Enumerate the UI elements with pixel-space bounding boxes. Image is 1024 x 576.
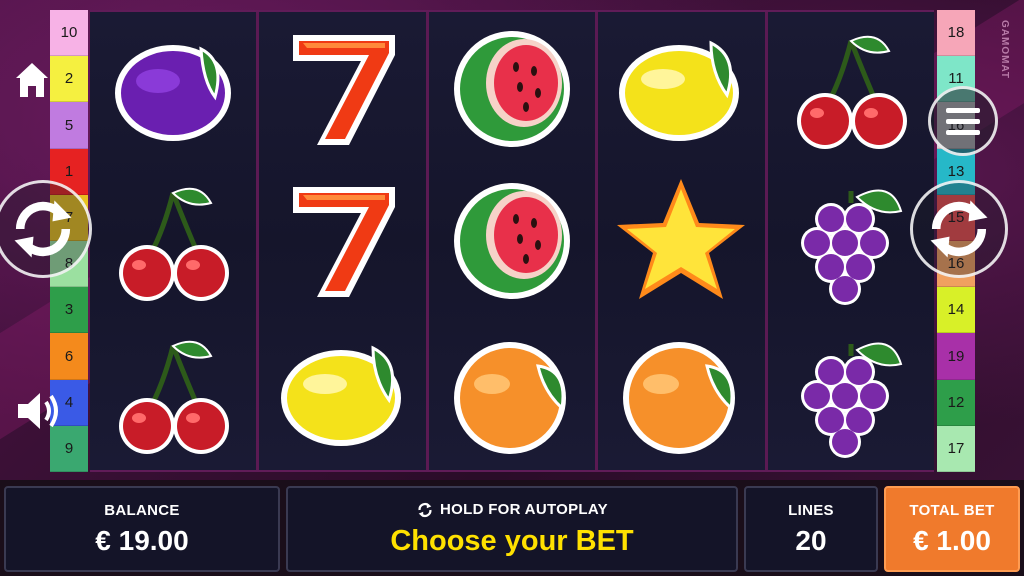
watermelon-icon	[454, 30, 571, 147]
symbol-seven	[268, 16, 418, 161]
seven-icon	[292, 187, 395, 298]
lines-panel[interactable]: LINES 20	[744, 486, 878, 572]
spin-button-left[interactable]	[0, 180, 92, 278]
grapes-icon	[800, 190, 903, 306]
total-bet-label: TOTAL BET	[909, 501, 995, 519]
symbol-seven	[268, 168, 418, 313]
brand-logo: GAMOMAT	[999, 20, 1010, 80]
balance-panel: BALANCE € 19.00	[4, 486, 280, 572]
symbol-lemon	[268, 321, 418, 466]
balance-label: BALANCE	[104, 501, 180, 519]
balance-value: € 19.00	[95, 524, 189, 556]
reel-3	[425, 12, 596, 470]
spin-button-right[interactable]	[910, 180, 1008, 278]
speaker-icon	[18, 393, 58, 429]
reel-2	[256, 12, 426, 470]
bet-message: Choose your BET	[390, 524, 634, 557]
lemon-icon	[280, 345, 401, 447]
watermelon-icon	[454, 183, 571, 300]
autoplay-icon	[418, 502, 432, 517]
payline-number: 2	[50, 56, 88, 103]
payline-number: 10	[50, 10, 88, 57]
payline-number: 18	[937, 10, 975, 57]
home-icon	[16, 63, 48, 97]
symbol-cherries	[98, 168, 248, 313]
plum-icon	[115, 44, 232, 141]
bottom-bar: BALANCE € 19.00 HOLD FOR AUTOPLAY Choose…	[0, 480, 1024, 576]
total-bet-panel[interactable]: TOTAL BET € 1.00	[884, 486, 1020, 572]
symbol-star	[606, 168, 756, 313]
reel-4	[595, 12, 765, 470]
cherries-icon	[796, 35, 907, 149]
lemon-icon	[619, 40, 740, 141]
symbol-plum	[98, 16, 248, 161]
menu-icon-bar	[946, 129, 980, 135]
grapes-icon	[800, 342, 903, 459]
sound-button[interactable]	[14, 388, 64, 434]
symbol-cherries	[98, 321, 248, 466]
symbol-orange	[606, 321, 756, 466]
total-bet-value: € 1.00	[913, 524, 991, 556]
menu-icon-bar	[946, 118, 980, 124]
symbol-cherries	[776, 16, 926, 161]
autoplay-hint: HOLD FOR AUTOPLAY	[416, 501, 608, 519]
payline-number: 6	[50, 333, 88, 380]
symbol-orange	[437, 321, 587, 466]
autoplay-label: HOLD FOR AUTOPLAY	[440, 501, 608, 518]
home-button[interactable]	[14, 60, 50, 100]
reel-grid	[90, 10, 935, 472]
symbol-grapes	[776, 168, 926, 313]
menu-button[interactable]	[928, 86, 998, 156]
cherries-icon	[119, 188, 230, 302]
star-icon	[617, 179, 746, 300]
lines-label: LINES	[788, 501, 834, 519]
reel-1	[90, 12, 257, 470]
seven-icon	[292, 34, 395, 145]
cherries-icon	[119, 340, 230, 455]
payline-number: 3	[50, 287, 88, 334]
symbol-lemon	[606, 16, 756, 161]
symbol-watermelon	[437, 16, 587, 161]
payline-number: 17	[937, 425, 975, 473]
symbol-grapes	[776, 321, 926, 466]
symbol-watermelon	[437, 168, 587, 313]
payline-number: 12	[937, 379, 975, 426]
orange-icon	[454, 342, 567, 455]
reel-5	[764, 12, 935, 470]
orange-icon	[623, 342, 736, 455]
payline-number: 19	[937, 333, 975, 380]
payline-number: 14	[937, 287, 975, 334]
lines-value: 20	[795, 524, 827, 556]
menu-icon-bar	[946, 107, 980, 113]
bet-message-panel[interactable]: HOLD FOR AUTOPLAY Choose your BET	[286, 486, 738, 572]
spin-icon	[14, 200, 72, 258]
payline-number: 5	[50, 102, 88, 149]
spin-icon	[930, 200, 988, 258]
